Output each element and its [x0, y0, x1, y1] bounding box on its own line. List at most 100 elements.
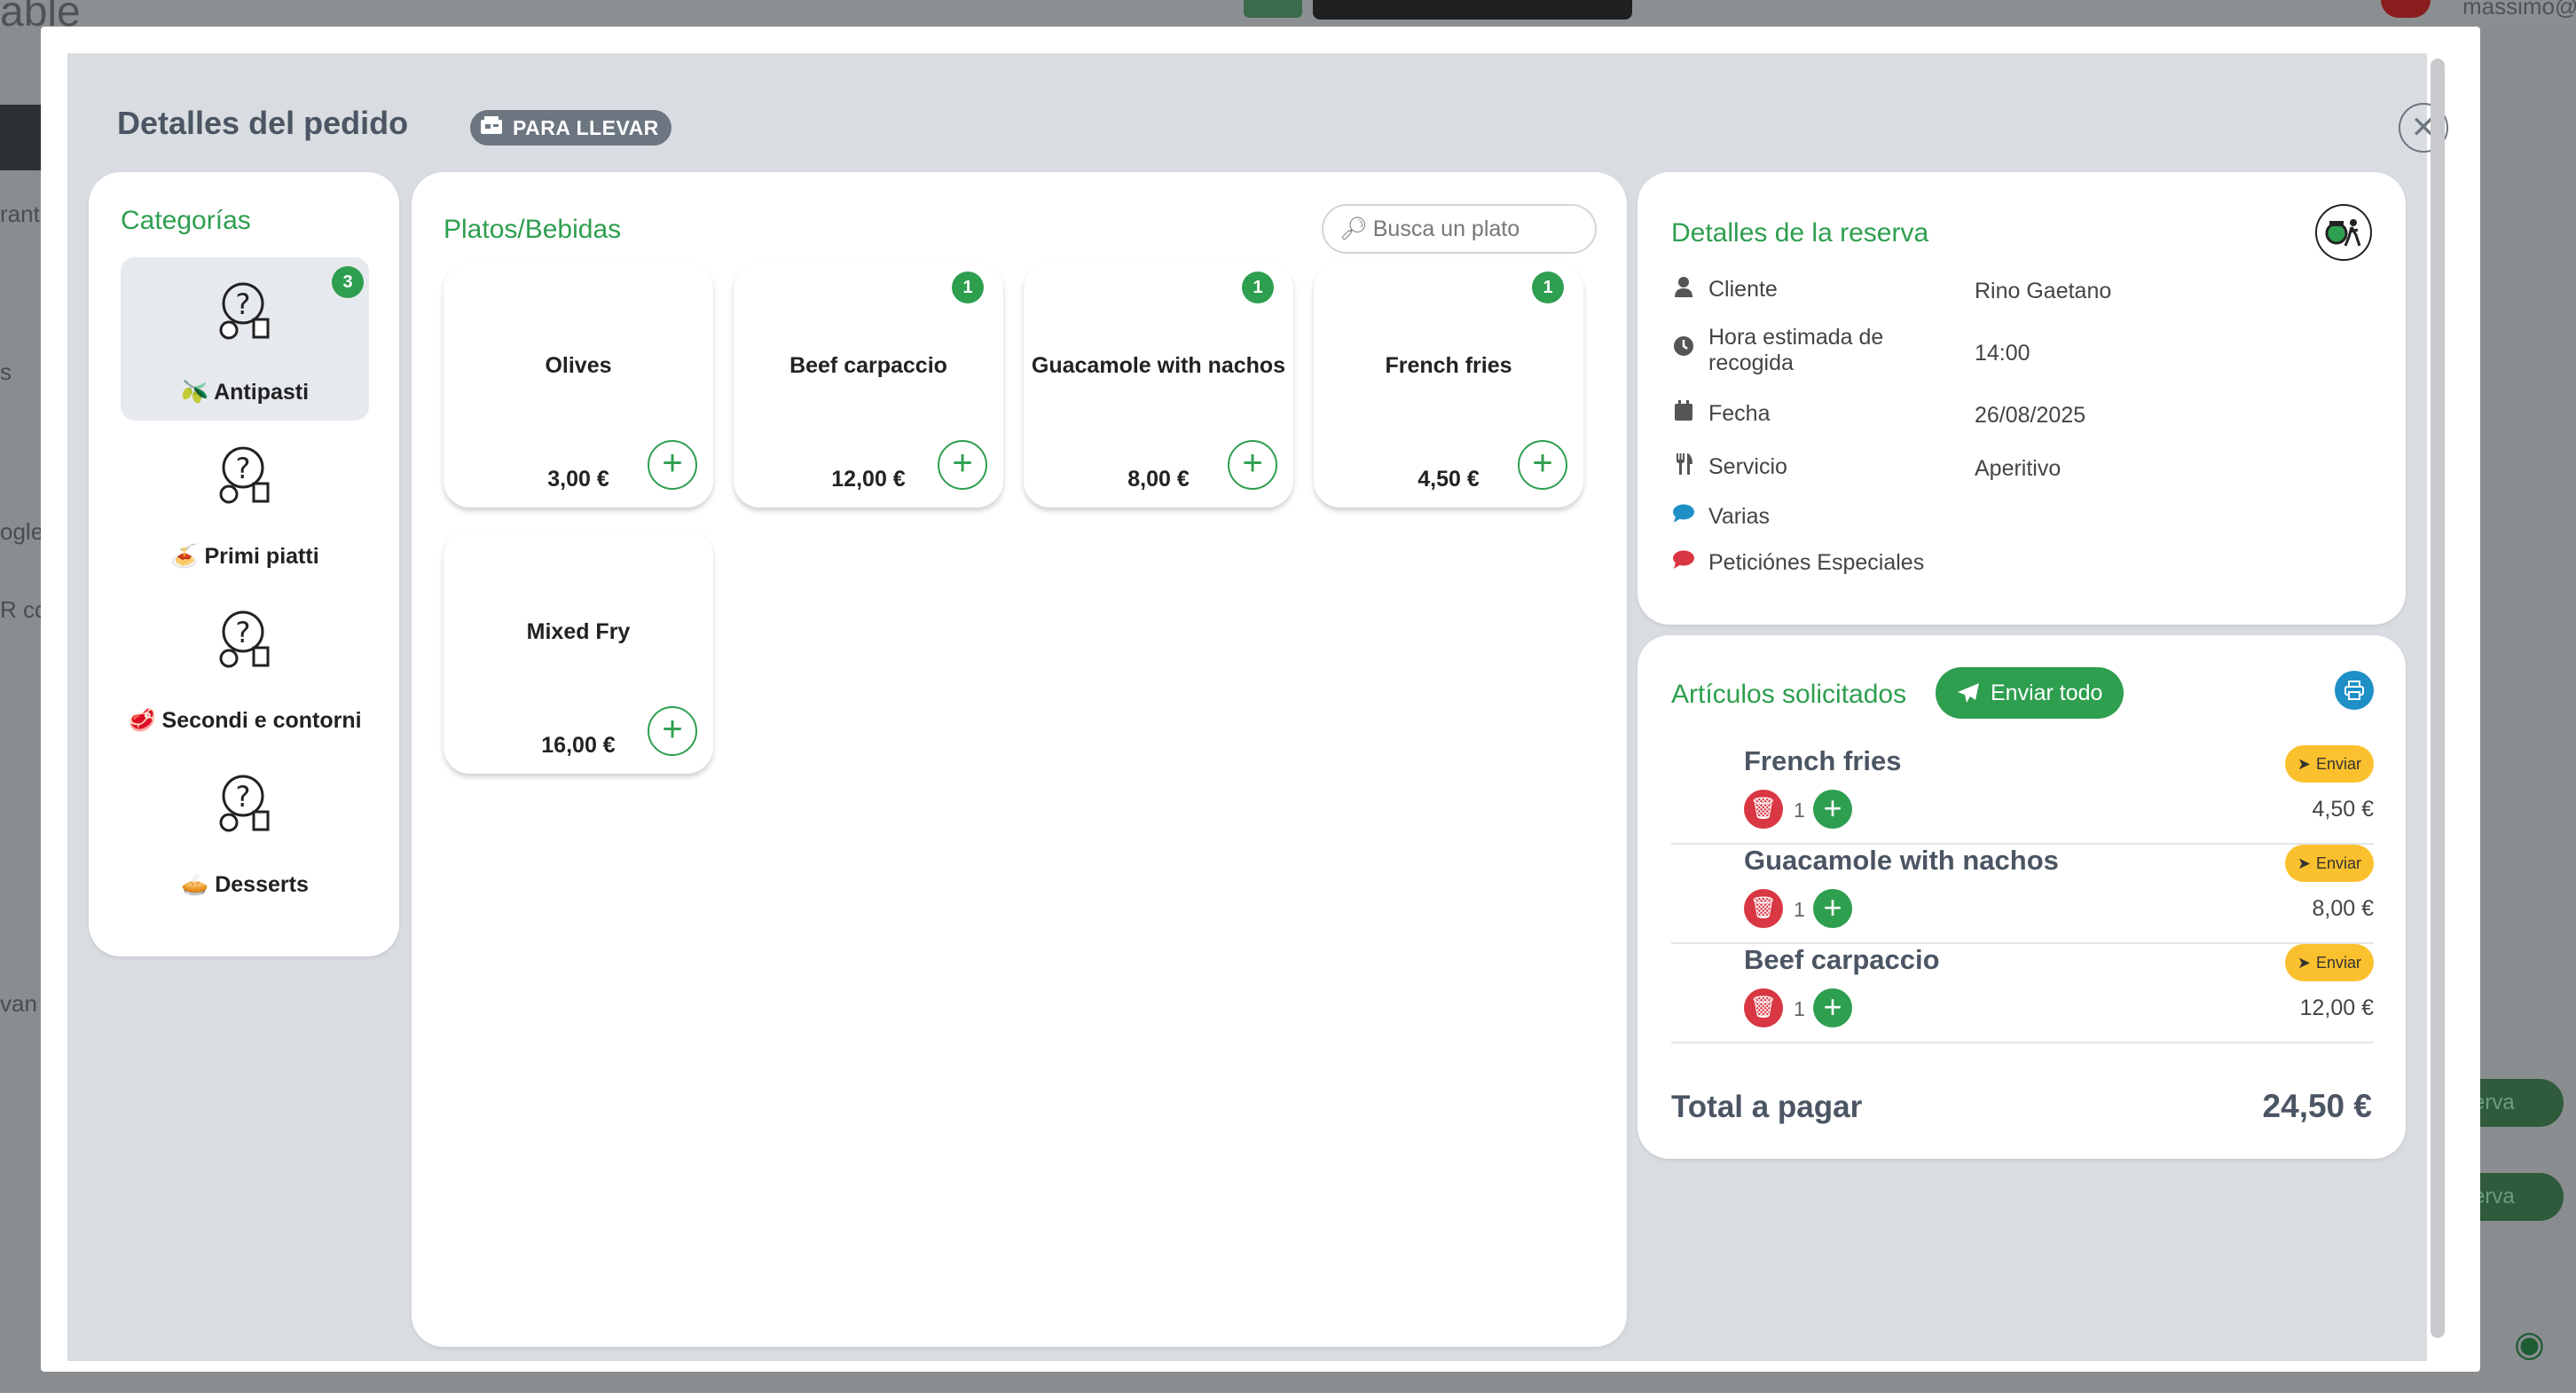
dishes-title: Platos/Bebidas	[444, 215, 622, 244]
dish-count-badge: 1	[1242, 272, 1274, 303]
category-antipasti[interactable]: ? 3 🫒 Antipasti	[121, 257, 369, 421]
background-side-text: s	[0, 358, 12, 385]
order-details-modal: Detalles del pedido PARA LLEVAR ✕ Catego…	[41, 27, 2480, 1372]
paper-plane-icon	[1958, 683, 1979, 703]
reservation-value: 26/08/2025	[1975, 403, 2086, 428]
increase-quantity-button[interactable]: +	[1813, 988, 1852, 1027]
category-label-text: Desserts	[215, 872, 309, 897]
dish-search-input[interactable]: 🔎︎ Busca un plato	[1322, 204, 1597, 254]
delete-item-button[interactable]: 🗑︎	[1744, 889, 1783, 928]
search-placeholder: Busca un plato	[1372, 216, 1520, 241]
ordered-item-name: French fries	[1744, 745, 1902, 776]
add-dish-button[interactable]: +	[938, 440, 987, 490]
category-desserts[interactable]: ? 🥧 Desserts	[121, 750, 369, 913]
category-placeholder-icon: ?	[219, 610, 270, 668]
svg-text:?: ?	[236, 287, 251, 321]
send-item-button[interactable]: ➤ Enviar	[2284, 944, 2374, 981]
user-icon	[1671, 276, 1696, 303]
search-icon: 🔎︎	[1339, 216, 1368, 241]
reservation-label: Servicio	[1708, 453, 1787, 479]
background-side-text: ogle	[0, 518, 44, 545]
increase-quantity-button[interactable]: +	[1813, 889, 1852, 928]
add-dish-button[interactable]: +	[648, 706, 697, 756]
takeaway-badge: PARA LLEVAR	[470, 110, 671, 146]
svg-text:?: ?	[236, 616, 251, 649]
clock-icon	[1671, 335, 1696, 363]
dish-name: French fries	[1385, 353, 1512, 378]
ordered-item-price: 4,50 €	[2312, 797, 2374, 822]
send-item-button[interactable]: ➤ Enviar	[2284, 845, 2374, 882]
ordered-item-price: 12,00 €	[2299, 996, 2374, 1020]
reservation-row-special-requests: Peticiónes Especiales	[1671, 545, 1924, 580]
reservation-panel: Detalles de la reserva Cliente Rino Gaet…	[1637, 172, 2406, 625]
background-green-button	[1244, 0, 1302, 18]
send-item-label: Enviar	[2315, 754, 2361, 773]
ordered-items-title: Artículos solicitados	[1671, 680, 1907, 709]
categories-panel: Categorías ? 3 🫒 Antipasti ? 🍝 Primi pia…	[89, 172, 399, 956]
category-label: 🥧 Desserts	[121, 872, 369, 898]
category-placeholder-icon: ?	[219, 775, 270, 832]
category-label-text: Secondi e contorni	[161, 708, 362, 733]
dish-card[interactable]: 1 Guacamole with nachos 8,00 € +	[1024, 263, 1293, 508]
pasta-icon: 🍝	[170, 544, 199, 569]
dish-name: Olives	[545, 353, 612, 378]
add-dish-button[interactable]: +	[648, 440, 697, 490]
modal-scrollbar[interactable]	[2431, 59, 2445, 1338]
send-item-label: Enviar	[2315, 953, 2361, 972]
trash-icon: 🗑︎	[1749, 797, 1778, 821]
dish-count-badge: 1	[1532, 272, 1564, 303]
reservation-label: Varias	[1708, 503, 1771, 529]
modal-title: Detalles del pedido	[117, 105, 409, 141]
ordered-item-name: Beef carpaccio	[1744, 944, 1940, 975]
background-user-label: massimo@	[2462, 0, 2576, 20]
dish-card[interactable]: Olives 3,00 € +	[444, 263, 713, 508]
send-item-button[interactable]: ➤ Enviar	[2284, 745, 2374, 783]
takeaway-label: PARA LLEVAR	[513, 115, 659, 139]
pie-icon: 🥧	[181, 872, 209, 897]
olive-icon: 🫒	[180, 380, 209, 405]
dish-card[interactable]: 1 Beef carpaccio 12,00 € +	[734, 263, 1003, 508]
categories-title: Categorías	[121, 206, 251, 235]
reservation-label: Hora estimada de recogida	[1708, 325, 1884, 375]
reservation-value: Aperitivo	[1975, 456, 2062, 481]
send-all-button[interactable]: Enviar todo	[1936, 667, 2124, 719]
background-search-bar	[1313, 0, 1632, 20]
category-primi-piatti[interactable]: ? 🍝 Primi piatti	[121, 421, 369, 585]
category-secondi-contorni[interactable]: ? 🥩 Secondi e contorni	[121, 586, 369, 749]
increase-quantity-button[interactable]: +	[1813, 790, 1852, 829]
delete-item-button[interactable]: 🗑︎	[1744, 988, 1783, 1027]
add-dish-button[interactable]: +	[1228, 440, 1277, 490]
ordered-item-quantity: 1	[1794, 997, 1805, 1020]
reservation-label: Cliente	[1708, 276, 1778, 302]
reservation-label: Peticiónes Especiales	[1708, 549, 1925, 575]
total-value: 24,50 €	[2262, 1088, 2372, 1124]
reservation-value: Rino Gaetano	[1975, 279, 2112, 303]
dish-name: Beef carpaccio	[789, 353, 947, 378]
svg-text:?: ?	[236, 780, 251, 814]
add-dish-button[interactable]: +	[1518, 440, 1567, 490]
print-button[interactable]	[2335, 671, 2374, 710]
eye-icon: ◉	[2514, 1325, 2545, 1364]
ordered-item-row: French fries ➤ Enviar 🗑︎ 1 + 4,50 €	[1671, 745, 2374, 845]
reservation-title: Detalles de la reserva	[1671, 218, 1929, 248]
takeaway-icon	[479, 114, 504, 141]
printer-icon	[2344, 681, 2364, 700]
category-label: 🍝 Primi piatti	[121, 544, 369, 570]
comment-icon	[1671, 504, 1696, 530]
reservation-row-date: Fecha	[1671, 396, 1770, 431]
reservation-row-client: Cliente	[1671, 272, 1778, 307]
dish-card[interactable]: Mixed Fry 16,00 € +	[444, 529, 713, 774]
calendar-icon	[1671, 399, 1696, 428]
reservation-row-service: Servicio	[1671, 449, 1787, 484]
paper-plane-icon: ➤	[2297, 754, 2311, 773]
send-item-label: Enviar	[2315, 854, 2361, 872]
dish-count-badge: 1	[952, 272, 984, 303]
reservation-value: 14:00	[1975, 341, 2030, 366]
dish-card[interactable]: 1 French fries 4,50 € +	[1314, 263, 1583, 508]
category-count-badge: 3	[332, 266, 364, 298]
total-label: Total a pagar	[1671, 1090, 1863, 1124]
category-label: 🫒 Antipasti	[121, 380, 369, 405]
background-side-text: van	[0, 990, 37, 1017]
svg-text:?: ?	[236, 452, 251, 485]
delete-item-button[interactable]: 🗑︎	[1744, 790, 1783, 829]
